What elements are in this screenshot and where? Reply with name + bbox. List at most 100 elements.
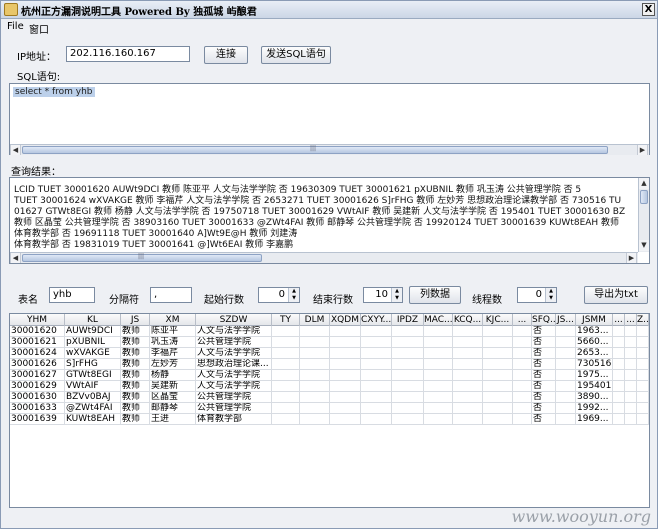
- sql-horizontal-scrollbar[interactable]: ◀ ||| ▶: [10, 144, 649, 155]
- table-cell[interactable]: 否: [532, 403, 556, 414]
- table-cell[interactable]: [483, 359, 513, 370]
- table-cell[interactable]: [556, 370, 576, 381]
- table-cell[interactable]: [330, 326, 361, 337]
- table-cell[interactable]: [424, 326, 453, 337]
- connect-button[interactable]: 连接: [204, 46, 248, 64]
- table-cell[interactable]: [556, 414, 576, 425]
- table-cell[interactable]: [556, 392, 576, 403]
- table-cell[interactable]: [453, 370, 483, 381]
- table-cell[interactable]: [424, 403, 453, 414]
- table-cell[interactable]: [513, 370, 532, 381]
- table-cell[interactable]: [513, 359, 532, 370]
- column-header[interactable]: D...: [649, 314, 650, 326]
- table-cell[interactable]: [361, 348, 392, 359]
- table-cell[interactable]: KUWt8EAH: [65, 414, 121, 425]
- table-cell[interactable]: [453, 403, 483, 414]
- table-cell[interactable]: [453, 337, 483, 348]
- table-cell[interactable]: 1969...: [576, 414, 613, 425]
- table-cell[interactable]: [625, 392, 637, 403]
- column-header[interactable]: ...: [613, 314, 625, 326]
- table-cell[interactable]: VWtAIF: [65, 381, 121, 392]
- table-cell[interactable]: 左妙芳: [150, 359, 196, 370]
- table-cell[interactable]: [392, 381, 424, 392]
- table-cell[interactable]: 否: [532, 370, 556, 381]
- end-row-spinner[interactable]: 10 ▲ ▼: [363, 287, 403, 303]
- table-cell[interactable]: 吴建新: [150, 381, 196, 392]
- table-cell[interactable]: [361, 381, 392, 392]
- table-cell[interactable]: [637, 403, 649, 414]
- scroll-thumb[interactable]: [640, 190, 648, 204]
- table-cell[interactable]: [513, 392, 532, 403]
- table-cell[interactable]: [613, 348, 625, 359]
- table-cell[interactable]: 人文与法学学院: [196, 326, 272, 337]
- table-cell[interactable]: [300, 414, 330, 425]
- menu-file[interactable]: File: [7, 21, 24, 32]
- table-cell[interactable]: [453, 359, 483, 370]
- table-cell[interactable]: [424, 337, 453, 348]
- table-cell[interactable]: BZVv0BAJ: [65, 392, 121, 403]
- table-cell[interactable]: [330, 403, 361, 414]
- table-cell[interactable]: 教师: [121, 392, 150, 403]
- table-cell[interactable]: [613, 381, 625, 392]
- table-cell[interactable]: [424, 414, 453, 425]
- table-cell[interactable]: 30001633: [10, 403, 65, 414]
- table-cell[interactable]: [483, 348, 513, 359]
- scroll-down-icon[interactable]: ▼: [639, 240, 649, 251]
- table-cell[interactable]: 区晶莹: [150, 392, 196, 403]
- table-cell[interactable]: [392, 326, 424, 337]
- table-row[interactable]: 30001620 AUWt9DCI 教师 陈亚平 人文与法学学院 否 1963...: [10, 326, 649, 337]
- separator-input[interactable]: ,: [150, 287, 192, 303]
- table-cell[interactable]: [649, 392, 650, 403]
- table-cell[interactable]: [513, 326, 532, 337]
- table-cell[interactable]: [625, 381, 637, 392]
- send-sql-button[interactable]: 发送SQL语句: [261, 46, 331, 64]
- table-cell[interactable]: 否: [532, 348, 556, 359]
- table-cell[interactable]: [613, 414, 625, 425]
- table-cell[interactable]: [637, 348, 649, 359]
- table-cell[interactable]: [272, 381, 300, 392]
- table-cell[interactable]: [330, 392, 361, 403]
- table-cell[interactable]: [513, 403, 532, 414]
- table-row[interactable]: 30001630 BZVv0BAJ 教师 区晶莹 公共管理学院 否 3890...: [10, 392, 649, 403]
- table-cell[interactable]: 195401: [576, 381, 613, 392]
- table-cell[interactable]: [453, 392, 483, 403]
- table-row[interactable]: 30001633 @ZWt4FAI 教师 邮静琴 公共管理学院 否 1992...: [10, 403, 649, 414]
- column-header[interactable]: IPDZ: [392, 314, 424, 326]
- table-cell[interactable]: [625, 326, 637, 337]
- spinner-arrows-icon[interactable]: ▲ ▼: [288, 288, 299, 302]
- column-header[interactable]: JS...: [556, 314, 576, 326]
- table-cell[interactable]: 人文与法学学院: [196, 381, 272, 392]
- column-header[interactable]: KJC...: [483, 314, 513, 326]
- table-cell[interactable]: [424, 359, 453, 370]
- column-header[interactable]: KCQ...: [453, 314, 483, 326]
- table-cell[interactable]: [392, 359, 424, 370]
- table-cell[interactable]: S]rFHG: [65, 359, 121, 370]
- table-cell[interactable]: GTWt8EGI: [65, 370, 121, 381]
- table-cell[interactable]: [483, 326, 513, 337]
- table-cell[interactable]: [556, 337, 576, 348]
- table-cell[interactable]: [637, 326, 649, 337]
- table-cell[interactable]: [272, 403, 300, 414]
- table-cell[interactable]: [556, 326, 576, 337]
- column-header[interactable]: DLM: [300, 314, 330, 326]
- table-cell[interactable]: [272, 392, 300, 403]
- table-cell[interactable]: [330, 359, 361, 370]
- spinner-arrows-icon[interactable]: ▲ ▼: [545, 288, 556, 302]
- table-cell[interactable]: 李福芹: [150, 348, 196, 359]
- table-cell[interactable]: 30001620: [10, 326, 65, 337]
- table-cell[interactable]: wXVAKGE: [65, 348, 121, 359]
- spinner-arrows-icon[interactable]: ▲ ▼: [391, 288, 402, 302]
- table-cell[interactable]: [300, 359, 330, 370]
- column-header[interactable]: XM: [150, 314, 196, 326]
- table-cell[interactable]: 教师: [121, 403, 150, 414]
- scroll-right-icon[interactable]: ▶: [637, 145, 648, 155]
- table-cell[interactable]: [649, 403, 650, 414]
- table-cell[interactable]: 陈亚平: [150, 326, 196, 337]
- table-cell[interactable]: [453, 414, 483, 425]
- column-header[interactable]: KL: [65, 314, 121, 326]
- column-header[interactable]: JSMM: [576, 314, 613, 326]
- table-cell[interactable]: [272, 370, 300, 381]
- table-cell[interactable]: 否: [532, 414, 556, 425]
- export-txt-button[interactable]: 导出为txt: [584, 286, 648, 304]
- table-cell[interactable]: [392, 370, 424, 381]
